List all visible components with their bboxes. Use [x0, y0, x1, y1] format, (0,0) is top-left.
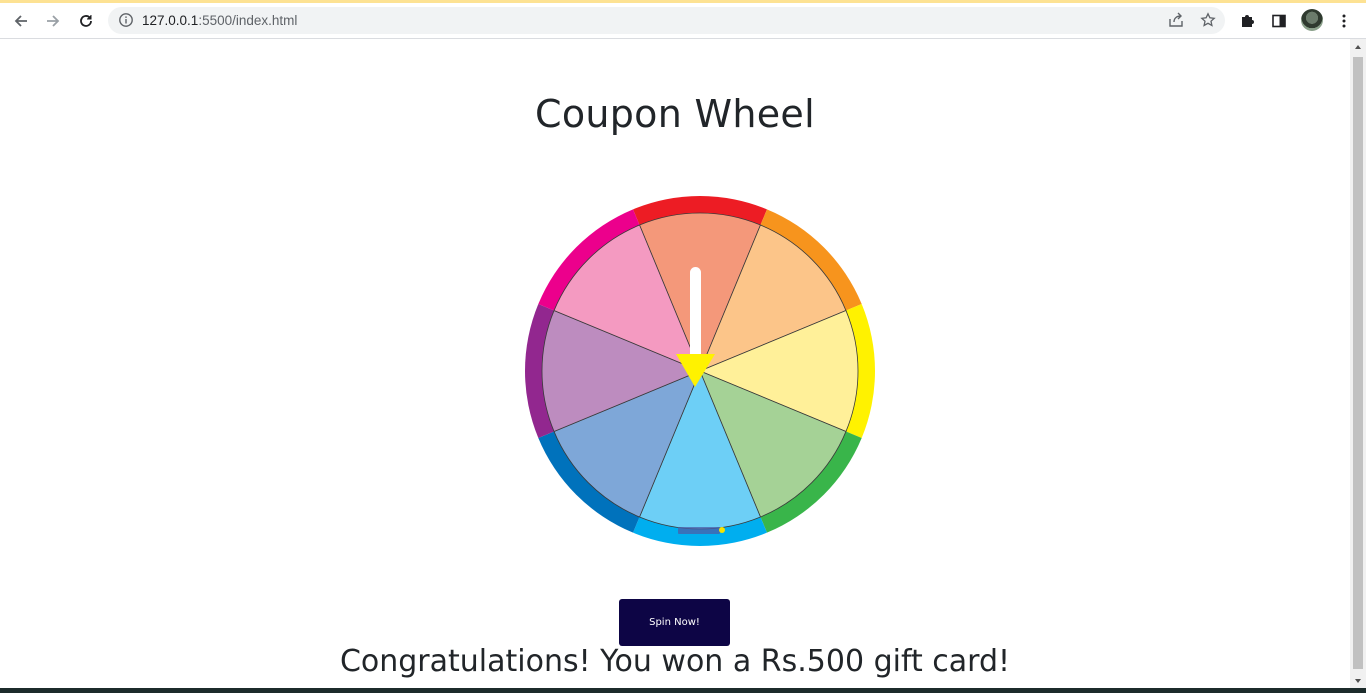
forward-arrow-icon[interactable]	[38, 3, 68, 38]
url-path: :5500/index.html	[198, 13, 298, 28]
wheel-needle	[690, 267, 701, 367]
taskbar-edge	[0, 688, 1366, 693]
address-bar[interactable]: 127.0.0.1:5500/index.html	[108, 7, 1225, 34]
scroll-down-arrow-icon[interactable]	[1350, 673, 1366, 689]
share-icon[interactable]	[1166, 10, 1186, 30]
wheel-logo-icon	[678, 527, 725, 534]
page-title: Coupon Wheel	[535, 92, 815, 136]
spin-now-button[interactable]: Spin Now!	[619, 599, 730, 646]
side-panel-icon[interactable]	[1264, 3, 1294, 38]
kebab-menu-icon[interactable]	[1329, 3, 1359, 38]
url-host: 127.0.0.1	[142, 13, 199, 28]
back-arrow-icon[interactable]	[6, 3, 36, 38]
scrollbar-thumb[interactable]	[1353, 57, 1363, 669]
wheel-graphic	[524, 195, 876, 547]
vertical-scrollbar[interactable]	[1350, 39, 1366, 689]
reload-icon[interactable]	[71, 3, 101, 38]
url-text: 127.0.0.1:5500/index.html	[142, 12, 297, 29]
profile-avatar[interactable]	[1301, 9, 1323, 31]
site-info-icon[interactable]	[118, 12, 134, 28]
star-icon[interactable]	[1198, 10, 1218, 30]
result-message: Congratulations! You won a Rs.500 gift c…	[339, 644, 1011, 679]
coupon-wheel[interactable]	[523, 194, 877, 548]
puzzle-icon[interactable]	[1232, 3, 1262, 38]
browser-toolbar: 127.0.0.1:5500/index.html	[0, 3, 1366, 39]
scroll-up-arrow-icon[interactable]	[1350, 39, 1366, 55]
